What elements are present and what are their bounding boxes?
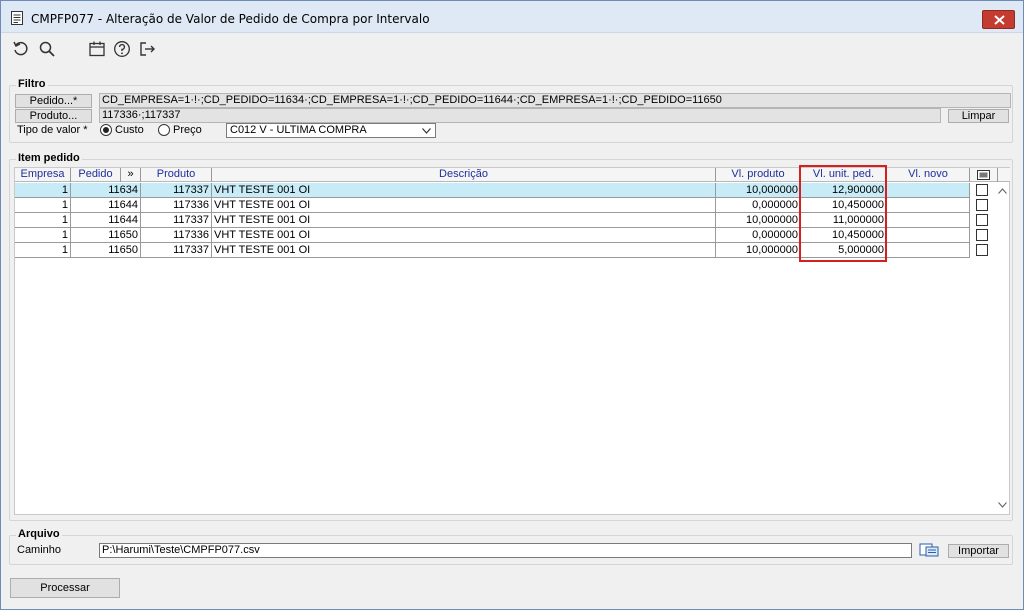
cell-produto: 117336	[141, 198, 212, 213]
cell-produto: 117337	[141, 183, 212, 198]
importar-button[interactable]: Importar	[948, 544, 1009, 558]
tipo-valor-label: Tipo de valor *	[17, 124, 88, 136]
help-icon[interactable]	[113, 40, 131, 58]
col-pedido[interactable]: Pedido	[71, 168, 121, 182]
window-title: CMPFP077 - Alteração de Valor de Pedido …	[31, 12, 430, 26]
cell-descricao: VHT TESTE 001 OI	[212, 228, 716, 243]
cell-vl-novo[interactable]	[887, 183, 970, 198]
tipo-valor-selected: C012 V - ULTIMA COMPRA	[230, 124, 367, 136]
scroll-up-icon[interactable]	[998, 188, 1007, 194]
close-button[interactable]	[982, 10, 1015, 29]
cell-vl-produto: 0,000000	[716, 198, 801, 213]
cell-empresa: 1	[15, 183, 71, 198]
select-all-icon	[977, 170, 990, 180]
cell-vl-novo[interactable]	[887, 213, 970, 228]
col-vl-novo[interactable]: Vl. novo	[887, 168, 970, 182]
pedido-field[interactable]: CD_EMPRESA=1·!·;CD_PEDIDO=11634·;CD_EMPR…	[99, 93, 1011, 108]
cell-vl-novo[interactable]	[887, 198, 970, 213]
cell-pedido: 11644	[71, 198, 141, 213]
cell-descricao: VHT TESTE 001 OI	[212, 213, 716, 228]
col-descricao[interactable]: Descrição	[212, 168, 716, 182]
item-pedido-legend: Item pedido	[16, 152, 82, 164]
file-browse-icon	[919, 543, 939, 557]
row-checkbox[interactable]	[976, 229, 988, 241]
scroll-down-icon[interactable]	[998, 502, 1007, 508]
row-checkbox[interactable]	[976, 199, 988, 211]
exit-icon[interactable]	[138, 40, 156, 58]
col-empresa[interactable]: Empresa	[15, 168, 71, 182]
title-bar: CMPFP077 - Alteração de Valor de Pedido …	[1, 1, 1023, 33]
search-icon[interactable]	[38, 40, 56, 58]
cell-descricao: VHT TESTE 001 OI	[212, 183, 716, 198]
produto-field[interactable]: 117336·;117337	[99, 108, 941, 123]
main-window: CMPFP077 - Alteração de Valor de Pedido …	[0, 0, 1024, 610]
cell-vl-produto: 0,000000	[716, 228, 801, 243]
chevron-down-icon	[422, 128, 431, 134]
undo-icon[interactable]	[12, 40, 30, 58]
cell-vl-produto: 10,000000	[716, 243, 801, 258]
radio-preco-label: Preço	[173, 124, 202, 136]
calendar-icon[interactable]	[88, 40, 106, 58]
cell-pedido: 11650	[71, 243, 141, 258]
produto-button[interactable]: Produto...	[15, 109, 92, 123]
radio-preco[interactable]	[158, 124, 170, 136]
row-checkbox[interactable]	[976, 244, 988, 256]
radio-custo-label: Custo	[115, 124, 144, 136]
cell-empresa: 1	[15, 228, 71, 243]
caminho-label: Caminho	[17, 544, 62, 556]
document-icon	[11, 11, 23, 25]
toolbar	[1, 34, 1023, 68]
cell-descricao: VHT TESTE 001 OI	[212, 198, 716, 213]
caminho-field[interactable]: P:\Harumi\Teste\CMPFP077.csv	[99, 543, 912, 558]
row-checkbox[interactable]	[976, 184, 988, 196]
arquivo-legend: Arquivo	[16, 528, 62, 540]
row-checkbox[interactable]	[976, 214, 988, 226]
cell-pedido: 11644	[71, 213, 141, 228]
tipo-valor-select[interactable]: C012 V - ULTIMA COMPRA	[226, 123, 436, 138]
filtro-legend: Filtro	[16, 78, 48, 90]
col-expand[interactable]: »	[121, 168, 141, 182]
col-produto[interactable]: Produto	[141, 168, 212, 182]
cell-produto: 117337	[141, 243, 212, 258]
browse-file-button[interactable]	[918, 542, 940, 558]
processar-button[interactable]: Processar	[10, 578, 120, 598]
cell-empresa: 1	[15, 198, 71, 213]
cell-produto: 117337	[141, 213, 212, 228]
cell-vl-novo[interactable]	[887, 228, 970, 243]
cell-empresa: 1	[15, 243, 71, 258]
cell-vl-produto: 10,000000	[716, 213, 801, 228]
close-icon	[994, 15, 1005, 25]
cell-produto: 117336	[141, 228, 212, 243]
limpar-button[interactable]: Limpar	[948, 109, 1009, 123]
pedido-button[interactable]: Pedido...*	[15, 94, 92, 108]
cell-empresa: 1	[15, 213, 71, 228]
col-vl-produto[interactable]: Vl. produto	[716, 168, 801, 182]
cell-pedido: 11650	[71, 228, 141, 243]
vl-unit-highlight-box	[799, 165, 887, 262]
cell-vl-produto: 10,000000	[716, 183, 801, 198]
col-select-all[interactable]	[970, 168, 998, 182]
radio-custo[interactable]	[100, 124, 112, 136]
cell-vl-novo[interactable]	[887, 243, 970, 258]
cell-pedido: 11634	[71, 183, 141, 198]
cell-descricao: VHT TESTE 001 OI	[212, 243, 716, 258]
